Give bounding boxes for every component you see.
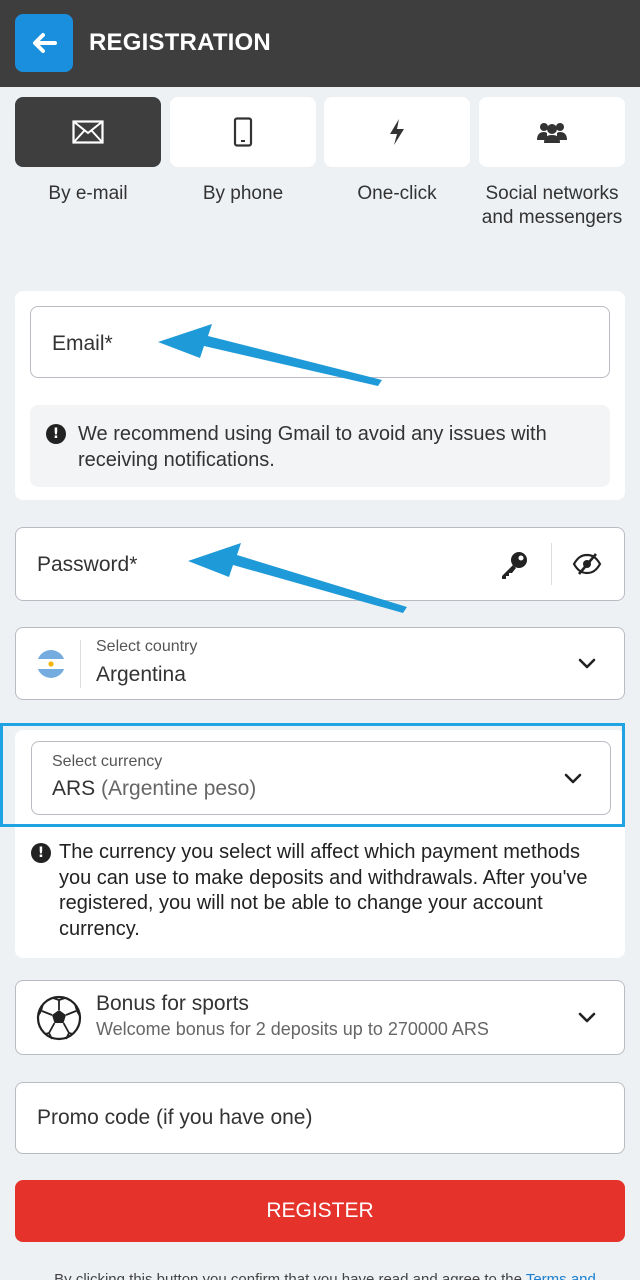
currency-select[interactable]: Select currency ARS (Argentine peso) — [31, 741, 611, 815]
people-icon — [537, 123, 567, 143]
argentina-flag-icon — [37, 650, 65, 678]
bonus-select[interactable]: Bonus for sports Welcome bonus for 2 dep… — [15, 980, 625, 1055]
country-value: Argentina — [96, 663, 186, 686]
password-field[interactable]: Password* — [15, 527, 625, 601]
arrow-left-icon — [33, 33, 57, 53]
phone-icon — [233, 117, 253, 147]
currency-code: ARS — [52, 777, 96, 800]
tab-label: Social networks and messengers — [481, 183, 623, 228]
divider — [80, 640, 81, 688]
currency-notice-text: The currency you select will affect whic… — [59, 841, 588, 940]
terms-notice: By clicking this button you confirm that… — [40, 1271, 610, 1280]
info-icon: ! — [46, 424, 66, 444]
email-field[interactable]: Email* — [30, 306, 610, 378]
tab-label: By e-mail — [48, 183, 128, 204]
country-label: Select country — [96, 638, 198, 655]
tab-by-phone[interactable]: By phone — [170, 97, 316, 206]
currency-value: ARS (Argentine peso) — [52, 777, 256, 801]
currency-label: Select currency — [52, 753, 163, 770]
tab-social-networks[interactable]: Social networks and messengers — [479, 97, 625, 230]
tab-label: By phone — [202, 183, 284, 204]
currency-name: (Argentine peso) — [101, 777, 257, 800]
info-icon: ! — [31, 843, 51, 863]
email-card: Email* ! We recommend using Gmail to avo… — [15, 291, 625, 500]
tab-one-click[interactable]: One-click — [324, 97, 470, 206]
gmail-notice: ! We recommend using Gmail to avoid any … — [30, 405, 610, 487]
terms-notice-text: By clicking this button you confirm that… — [54, 1271, 522, 1280]
chevron-down-icon — [578, 1012, 596, 1023]
terms-link[interactable]: Terms and — [526, 1271, 596, 1280]
password-placeholder: Password* — [37, 553, 138, 576]
currency-highlight: Select currency ARS (Argentine peso) — [0, 723, 625, 827]
lightning-icon — [390, 119, 404, 145]
bonus-subtitle: Welcome bonus for 2 deposits up to 27000… — [96, 1019, 489, 1039]
divider — [551, 543, 552, 585]
top-bar: REGISTRATION — [0, 0, 640, 87]
tab-label: One-click — [357, 183, 437, 204]
chevron-down-icon — [578, 658, 596, 669]
page-title: REGISTRATION — [89, 29, 271, 56]
promo-placeholder: Promo code (if you have one) — [37, 1106, 313, 1129]
register-button[interactable]: REGISTER — [15, 1180, 625, 1242]
registration-method-tabs: By e-mail By phone One-click Social netw… — [15, 97, 626, 257]
back-button[interactable] — [15, 14, 73, 72]
country-select[interactable]: Select country Argentina — [15, 627, 625, 700]
promo-code-field[interactable]: Promo code (if you have one) — [15, 1082, 625, 1154]
chevron-down-icon — [564, 773, 582, 784]
email-placeholder: Email* — [52, 332, 113, 355]
tab-by-email[interactable]: By e-mail — [15, 97, 161, 206]
gmail-notice-text: We recommend using Gmail to avoid any is… — [78, 423, 547, 471]
bonus-title: Bonus for sports — [96, 992, 249, 1015]
key-icon[interactable] — [498, 549, 530, 581]
soccer-ball-icon — [36, 995, 82, 1041]
envelope-icon — [72, 120, 104, 144]
eye-hidden-icon[interactable] — [572, 552, 602, 576]
